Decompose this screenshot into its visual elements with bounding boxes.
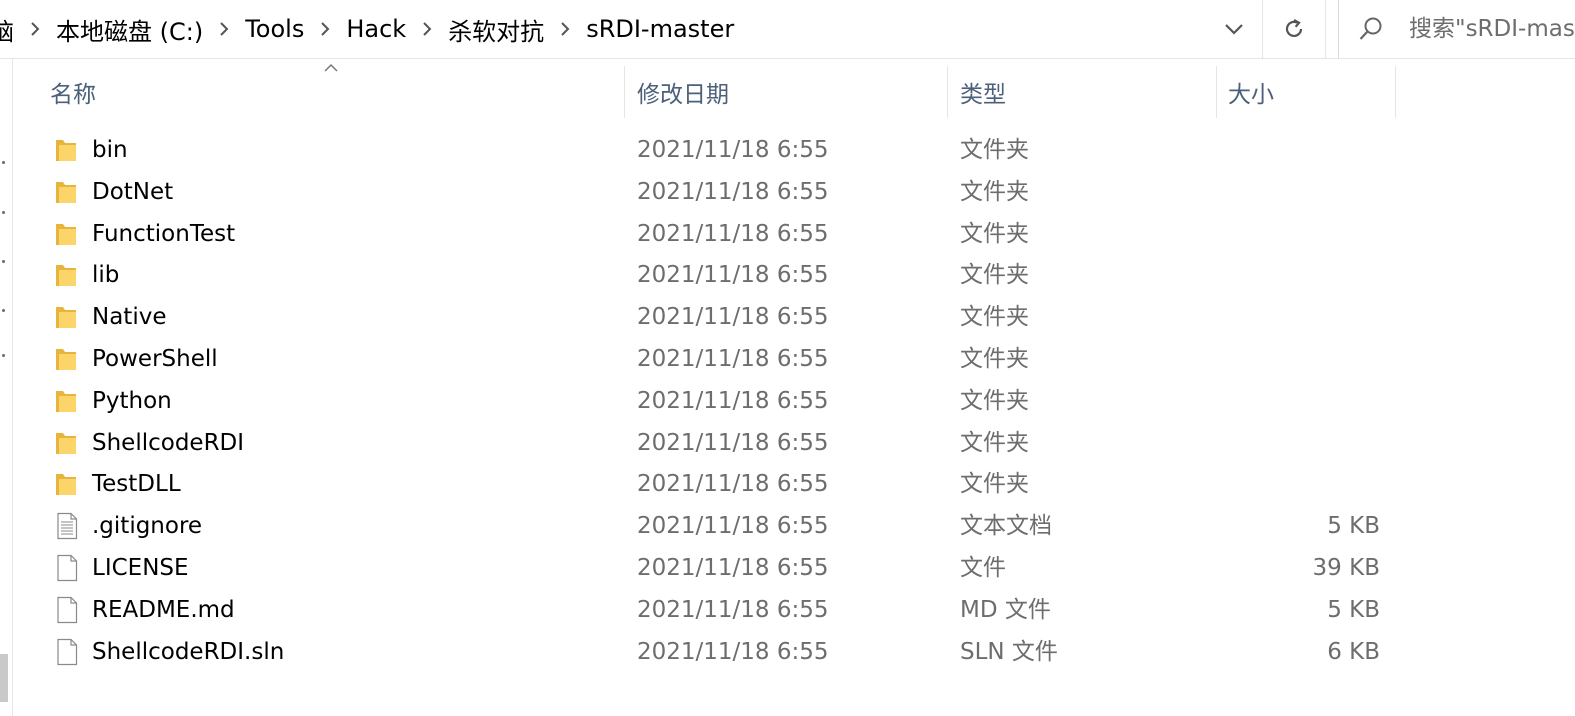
file-type: 文本文档 [960,513,1052,540]
chevron-right-icon[interactable] [554,18,576,40]
file-type: 文件夹 [960,262,1029,289]
file-date-modified: 2021/11/18 6:55 [637,345,829,372]
file-type: 文件夹 [960,345,1029,372]
column-divider[interactable] [1216,66,1217,118]
file-date-modified: 2021/11/18 6:55 [637,220,829,247]
file-type: 文件夹 [960,387,1029,414]
file-name[interactable]: lib [92,254,119,296]
file-name[interactable]: Python [92,380,172,422]
file-size: 6 KB [1327,638,1380,665]
column-header-type[interactable]: 类型 [950,66,1216,118]
file-icon [54,596,80,624]
file-name[interactable]: ShellcodeRDI.sln [92,631,284,673]
address-history-dropdown[interactable] [1208,0,1260,58]
breadcrumb-item-av-evasion[interactable]: 杀软对抗 [444,12,548,47]
file-type: MD 文件 [960,596,1051,623]
file-date-modified: 2021/11/18 6:55 [637,137,829,163]
file-date-modified: 2021/11/18 6:55 [637,554,829,581]
file-date-modified: 2021/11/18 6:55 [637,304,829,331]
file-type: SLN 文件 [960,638,1058,665]
file-name[interactable]: PowerShell [92,338,218,380]
file-name[interactable]: DotNet [92,171,173,213]
chevron-right-icon[interactable] [213,18,235,40]
file-type: 文件 [960,554,1006,581]
file-type: 文件夹 [960,137,1029,163]
chevron-right-icon[interactable] [416,18,438,40]
address-bar: 脑 本地磁盘 (C:) Tools Hack 杀软对抗 sRDI-master [0,0,1575,59]
file-row[interactable]: FunctionTest 2021/11/18 6:55 文件夹 [0,213,1400,255]
folder-icon [54,303,80,331]
file-row[interactable]: .gitignore 2021/11/18 6:55 文本文档 5 KB [0,505,1400,547]
file-name[interactable]: Native [92,296,166,338]
column-header-name[interactable]: 名称 [40,66,624,118]
file-row[interactable]: TestDLL 2021/11/18 6:55 文件夹 [0,463,1400,505]
file-name[interactable]: FunctionTest [92,213,235,255]
folder-icon [54,429,80,457]
file-name[interactable]: .gitignore [92,505,202,547]
folder-icon [54,220,80,248]
file-type: 文件夹 [960,178,1029,205]
file-row[interactable]: lib 2021/11/18 6:55 文件夹 [0,254,1400,296]
file-date-modified: 2021/11/18 6:55 [637,387,829,414]
folder-icon [54,345,80,373]
column-header-date-modified[interactable]: 修改日期 [627,66,947,118]
chevron-down-icon [1225,24,1243,35]
chevron-right-icon[interactable] [314,18,336,40]
folder-icon [54,178,80,206]
file-size: 5 KB [1327,596,1380,623]
file-name[interactable]: TestDLL [92,463,181,505]
breadcrumb-item-local-disk[interactable]: 本地磁盘 (C:) [52,12,207,47]
column-divider[interactable] [624,66,625,118]
text-file-icon [54,512,80,540]
file-list: bin 2021/11/18 6:55 文件夹 DotNet 2021/11/18 6:… [0,129,1575,672]
file-type: 文件夹 [960,304,1029,331]
breadcrumb-item-this-pc[interactable]: 脑 [0,12,18,47]
file-row[interactable]: ShellcodeRDI.sln 2021/11/18 6:55 SLN 文件 6 K… [0,631,1400,673]
file-type: 文件夹 [960,429,1029,456]
file-date-modified: 2021/11/18 6:55 [637,262,829,289]
chevron-right-icon[interactable] [24,18,46,40]
file-size: 5 KB [1327,513,1380,540]
file-row[interactable]: LICENSE 2021/11/18 6:55 文件 39 KB [0,547,1400,589]
file-date-modified: 2021/11/18 6:55 [637,596,829,623]
search-icon [1353,16,1389,42]
file-date-modified: 2021/11/18 6:55 [637,429,829,456]
refresh-icon [1285,19,1303,38]
file-type: 文件夹 [960,220,1029,247]
file-name[interactable]: ShellcodeRDI [92,422,244,464]
refresh-button[interactable] [1262,0,1326,58]
column-divider[interactable] [1395,66,1396,118]
file-row[interactable]: ShellcodeRDI 2021/11/18 6:55 文件夹 [0,422,1400,464]
file-row[interactable]: PowerShell 2021/11/18 6:55 文件夹 [0,338,1400,380]
file-name[interactable]: bin [92,129,128,171]
column-divider[interactable] [947,66,948,118]
breadcrumb-item-hack[interactable]: Hack [342,15,410,43]
folder-icon [54,136,80,164]
file-row[interactable]: bin 2021/11/18 6:55 文件夹 [0,129,1400,171]
file-name[interactable]: LICENSE [92,547,189,589]
file-date-modified: 2021/11/18 6:55 [637,513,829,540]
file-date-modified: 2021/11/18 6:55 [637,638,829,665]
file-row[interactable]: README.md 2021/11/18 6:55 MD 文件 5 KB [0,589,1400,631]
search-box [1338,0,1575,58]
file-date-modified: 2021/11/18 6:55 [637,471,829,498]
file-name[interactable]: README.md [92,589,235,631]
folder-icon [54,470,80,498]
breadcrumb: 脑 本地磁盘 (C:) Tools Hack 杀软对抗 sRDI-master [0,0,1212,58]
folder-icon [54,261,80,289]
breadcrumb-item-tools[interactable]: Tools [241,15,308,43]
file-icon [54,638,80,666]
folder-icon [54,387,80,415]
search-input[interactable] [1409,16,1575,42]
file-row[interactable]: Native 2021/11/18 6:55 文件夹 [0,296,1400,338]
file-size: 39 KB [1312,554,1380,581]
file-icon [54,554,80,582]
column-header-size[interactable]: 大小 [1218,66,1395,118]
breadcrumb-item-srdi-master[interactable]: sRDI-master [582,15,738,43]
file-row[interactable]: DotNet 2021/11/18 6:55 文件夹 [0,171,1400,213]
file-type: 文件夹 [960,471,1029,498]
file-row[interactable]: Python 2021/11/18 6:55 文件夹 [0,380,1400,422]
file-date-modified: 2021/11/18 6:55 [637,178,829,205]
